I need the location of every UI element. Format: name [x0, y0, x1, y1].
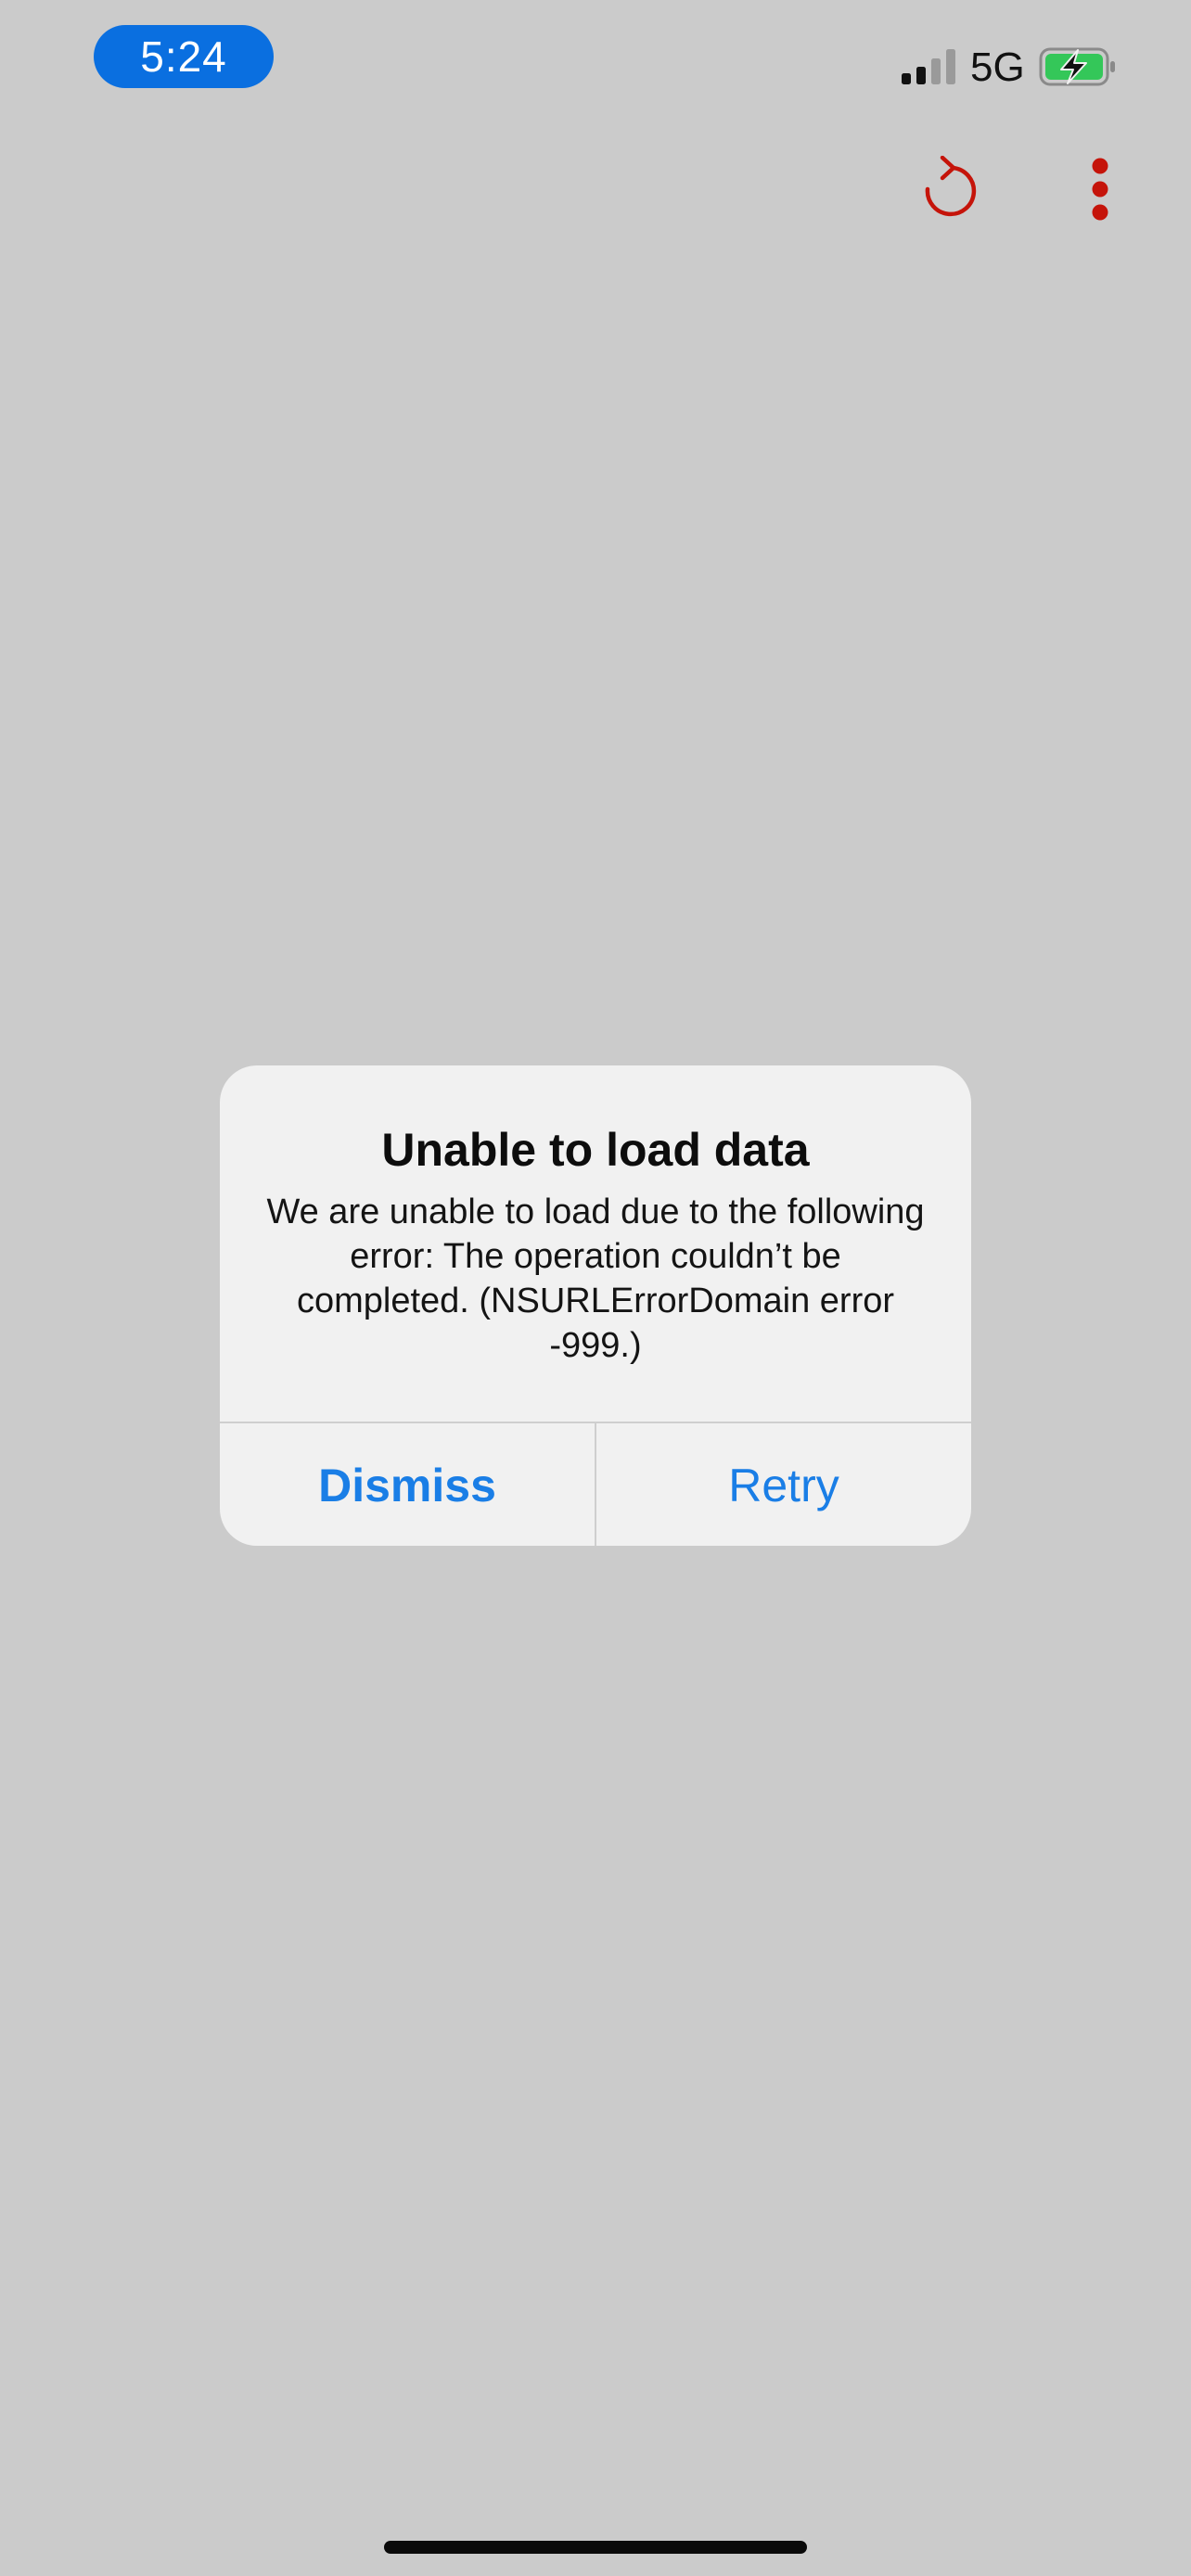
more-options-button[interactable] — [1083, 154, 1117, 224]
more-vertical-icon — [1092, 158, 1108, 221]
alert-message: We are unable to load due to the followi… — [266, 1192, 925, 1365]
battery-charging-icon — [1039, 47, 1115, 86]
refresh-button[interactable] — [915, 152, 983, 226]
alert-title: Unable to load data — [381, 1124, 810, 1176]
cellular-signal-icon — [902, 49, 955, 84]
home-indicator[interactable] — [384, 2541, 807, 2554]
retry-button[interactable]: Retry — [596, 1423, 971, 1546]
network-type: 5G — [970, 45, 1025, 90]
refresh-icon — [925, 156, 977, 217]
alert-content: Unable to load data We are unable to loa… — [220, 1065, 971, 1422]
alert-actions: Dismiss Retry — [220, 1422, 971, 1546]
status-time: 5:24 — [94, 25, 274, 88]
error-alert-dialog: Unable to load data We are unable to loa… — [220, 1065, 971, 1546]
dismiss-button[interactable]: Dismiss — [220, 1423, 595, 1546]
